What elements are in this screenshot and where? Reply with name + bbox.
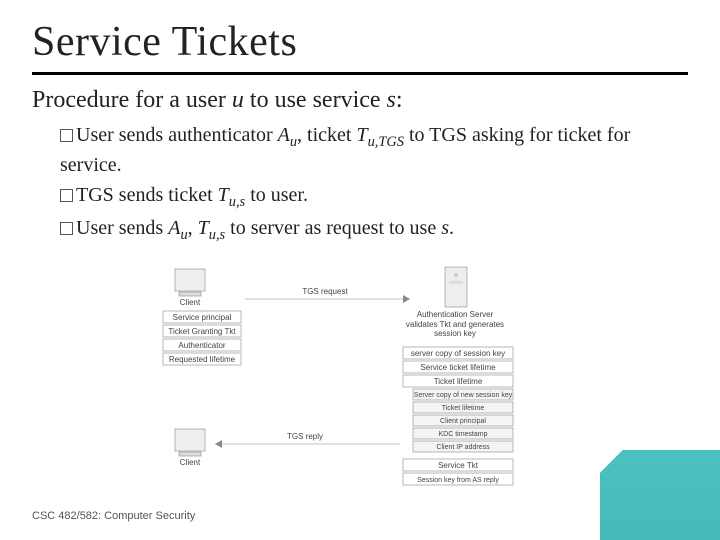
- b1-Tsub: u,TGS: [368, 134, 404, 150]
- checkbox-icon: [60, 189, 73, 202]
- title-rule: [32, 72, 688, 75]
- bullet-1: User sends authenticator Au, ticket Tu,T…: [60, 122, 688, 178]
- b3-t4: .: [449, 217, 454, 239]
- d-c1: Service principal: [173, 313, 232, 322]
- d-i1: Server copy of new session key: [414, 392, 513, 399]
- b1-A: A: [278, 124, 290, 146]
- b1-t2: , ticket: [297, 124, 356, 146]
- d-c2: Ticket Granting Tkt: [168, 327, 236, 336]
- d-c4: Requested lifetime: [169, 355, 236, 364]
- b1-t1: User sends authenticator: [76, 124, 278, 146]
- b3-Tsub: u,s: [209, 227, 225, 243]
- b2-t1: TGS sends ticket: [76, 184, 218, 206]
- subtitle-mid: to use service: [244, 87, 387, 113]
- d-r2: Service ticket lifetime: [420, 363, 496, 372]
- b3-t2: ,: [188, 217, 198, 239]
- d-as-text1: validates Tkt and generates: [406, 320, 504, 329]
- d-i2: Ticket lifetime: [442, 405, 485, 412]
- d-i4: KDC timestamp: [438, 431, 487, 438]
- b3-s: s: [441, 217, 449, 239]
- subtitle-u: u: [232, 87, 244, 113]
- corner-decoration: [600, 450, 720, 540]
- bullet-3: User sends Au, Tu,s to server as request…: [60, 215, 688, 245]
- b1-T: T: [356, 124, 367, 146]
- d-i3: Client principal: [440, 418, 486, 425]
- footer-text: CSC 482/582: Computer Security: [32, 510, 195, 522]
- d-client2: Client: [180, 458, 201, 467]
- b3-t3: to server as request to use: [225, 217, 441, 239]
- kerberos-diagram: Client Service principal Ticket Granting…: [155, 259, 565, 489]
- slide-title: Service Tickets: [32, 18, 688, 66]
- d-client: Client: [180, 298, 201, 307]
- b3-T: T: [198, 217, 209, 239]
- b3-Au: u: [180, 227, 187, 243]
- d-arrow-top: TGS request: [302, 287, 348, 296]
- subtitle-pre: Procedure for a user: [32, 87, 232, 113]
- b3-t1: User sends: [76, 217, 168, 239]
- checkbox-icon: [60, 129, 73, 142]
- d-br1: Service Tkt: [438, 461, 479, 470]
- checkbox-icon: [60, 222, 73, 235]
- d-as-label: Authentication Server: [417, 310, 494, 319]
- d-i5: Client IP address: [436, 444, 490, 451]
- subtitle-post: :: [396, 87, 403, 113]
- d-c3: Authenticator: [178, 341, 225, 350]
- b1-Au: u: [290, 134, 297, 150]
- d-br2: Session key from AS reply: [417, 477, 499, 484]
- d-arrow-bot: TGS reply: [287, 432, 323, 441]
- d-as-text2: session key: [434, 329, 476, 338]
- d-r3: Ticket lifetime: [434, 377, 483, 386]
- subtitle-s: s: [387, 87, 396, 113]
- d-r1: server copy of session key: [411, 349, 505, 358]
- b2-T: T: [218, 184, 229, 206]
- bullet-2: TGS sends ticket Tu,s to user.: [60, 182, 688, 212]
- b3-A: A: [168, 217, 180, 239]
- procedure-line: Procedure for a user u to use service s:: [32, 87, 688, 114]
- b2-Tsub: u,s: [229, 194, 245, 210]
- b2-t2: to user.: [245, 184, 308, 206]
- bullet-list: User sends authenticator Au, ticket Tu,T…: [60, 122, 688, 245]
